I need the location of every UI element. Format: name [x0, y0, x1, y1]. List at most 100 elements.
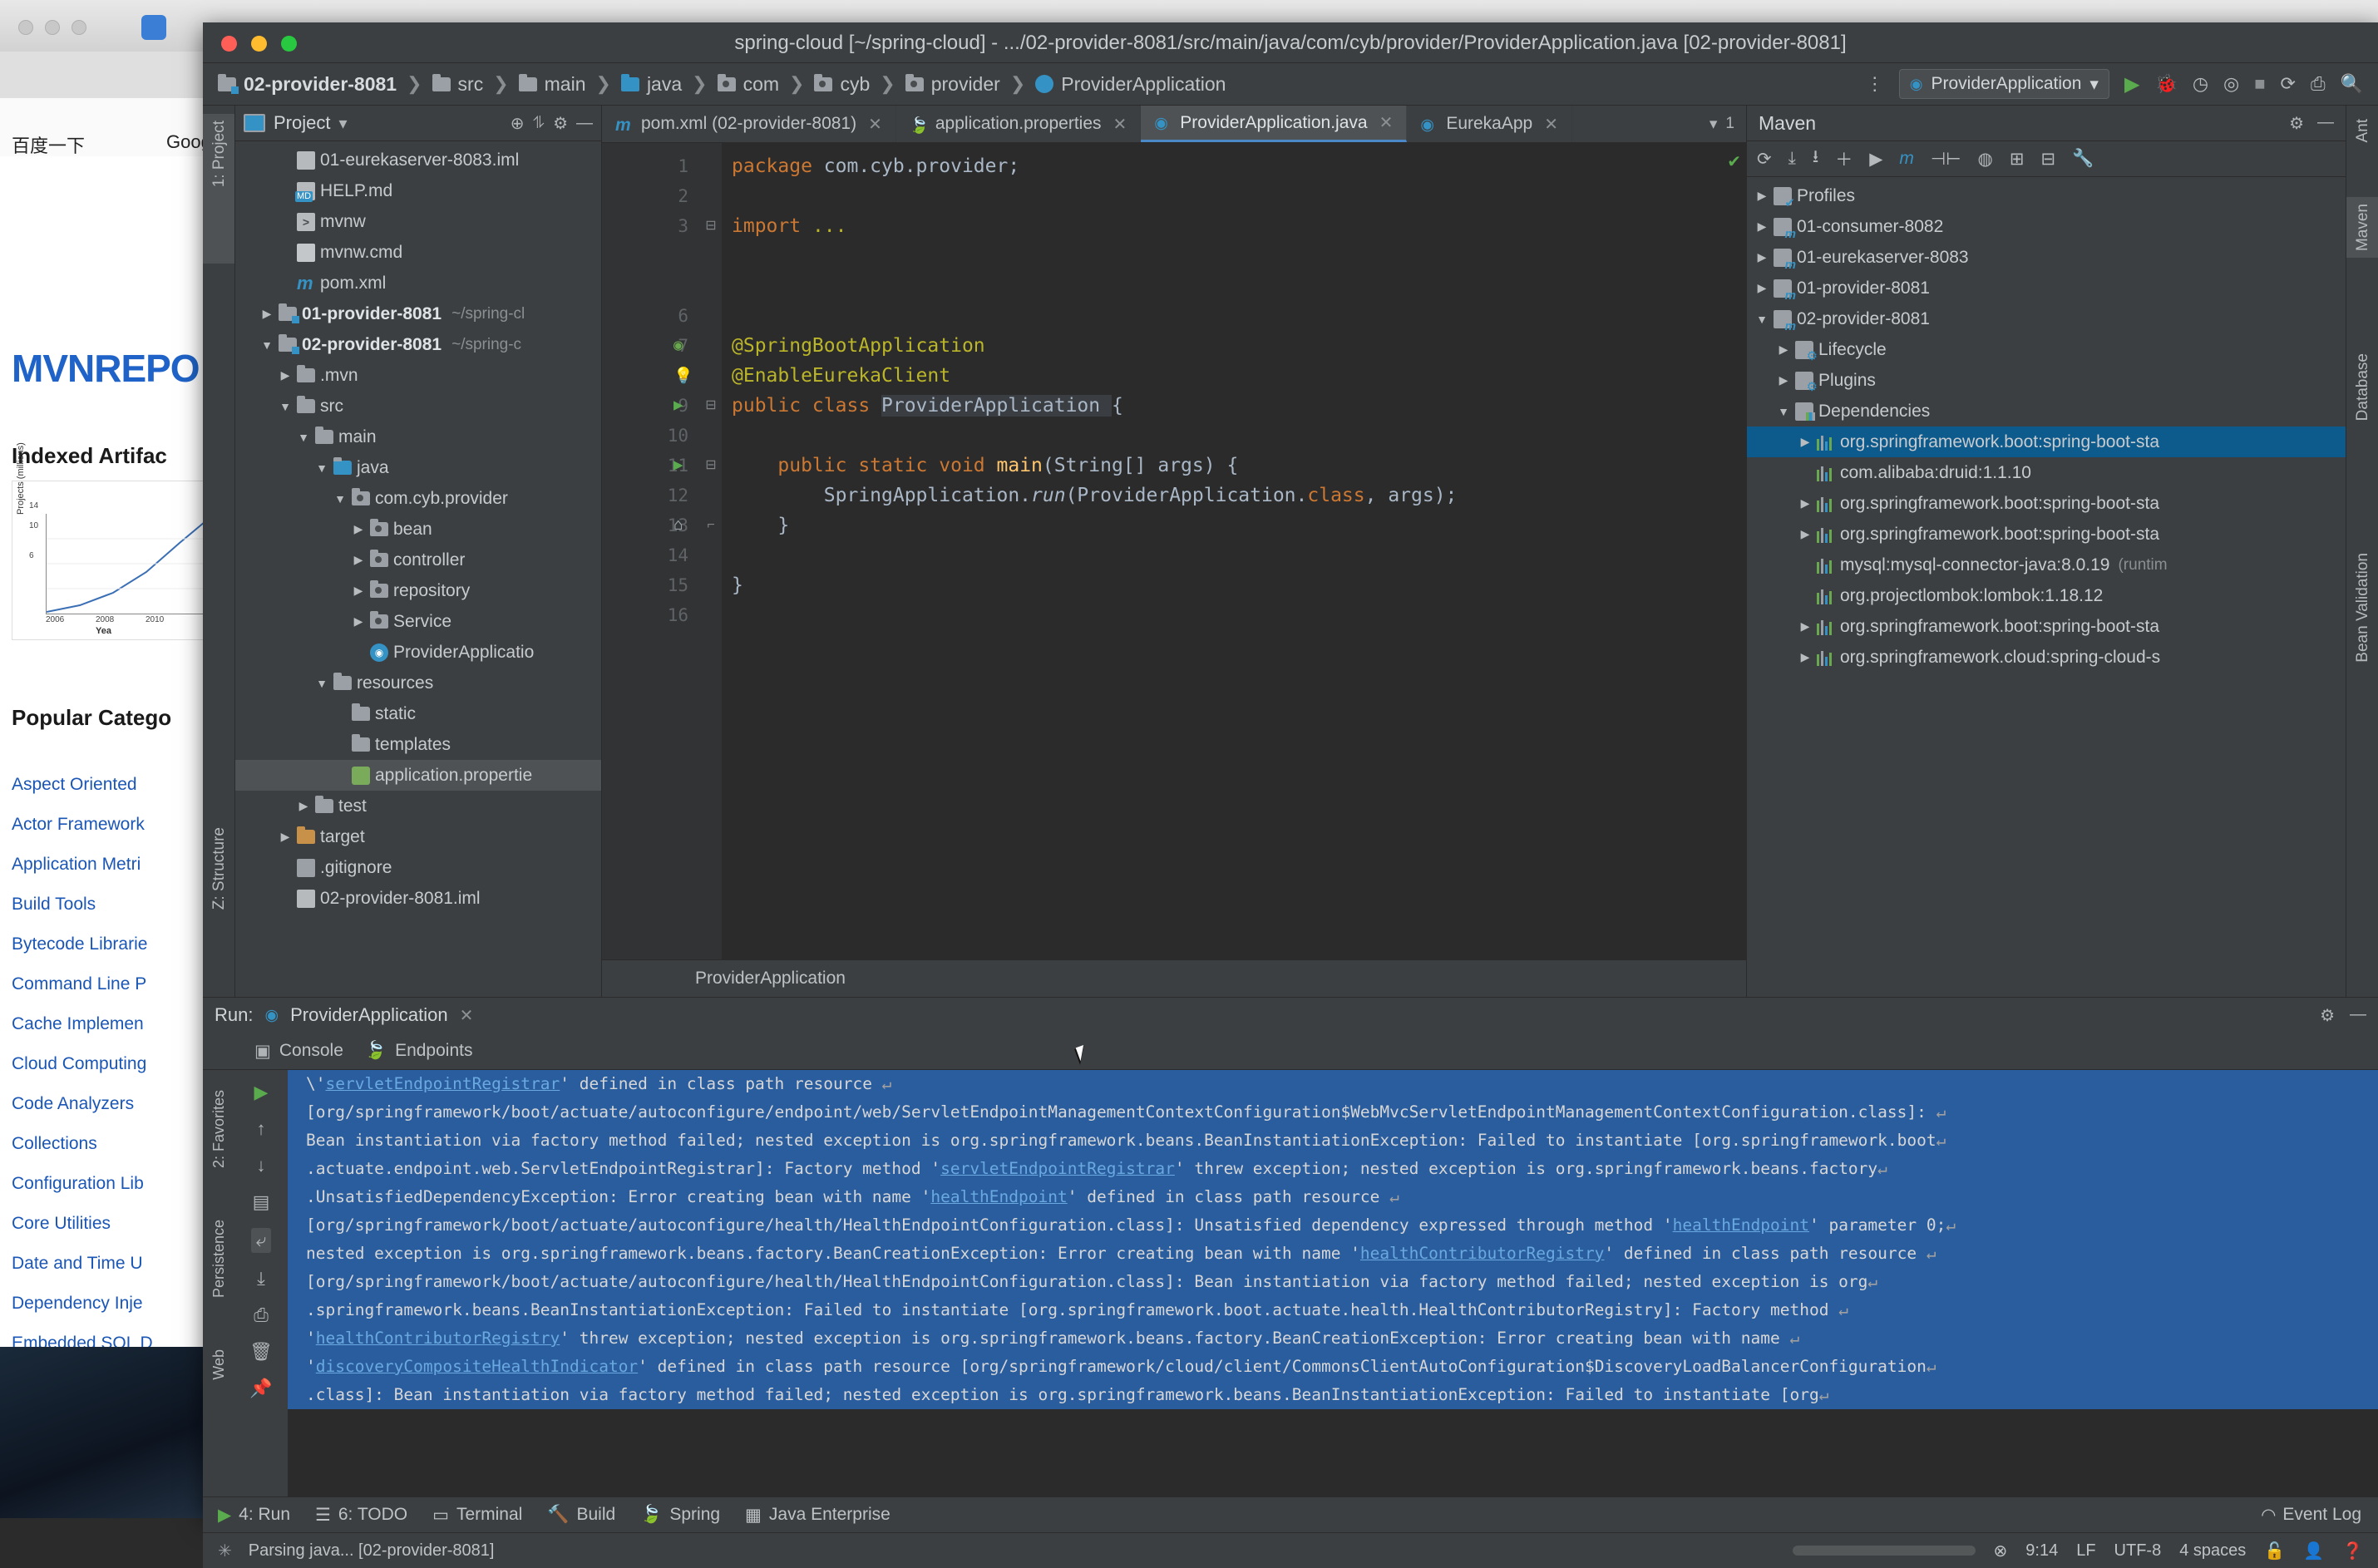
project-tree-item[interactable]: > mvnw	[235, 206, 601, 237]
fold-marker[interactable]	[700, 570, 722, 600]
lock-icon[interactable]: 🔓	[2264, 1541, 2285, 1561]
code-line[interactable]	[732, 181, 1723, 211]
run-tab-endpoints[interactable]: 🍃 Endpoints	[365, 1041, 473, 1061]
fold-marker[interactable]	[700, 151, 722, 181]
code-line[interactable]	[732, 301, 1723, 331]
maven-tree-item[interactable]: ▶ 01-provider-8081	[1747, 273, 2346, 303]
fold-marker[interactable]	[700, 301, 722, 331]
bottom-tab-java-enterprise[interactable]: ▦ Java Enterprise	[745, 1505, 891, 1526]
project-tree-item[interactable]: ▶ test	[235, 791, 601, 821]
tree-expand-arrow-icon[interactable]: ▶	[1797, 650, 1813, 664]
gutter-marker-icon[interactable]: 💡	[673, 366, 693, 385]
bottom-tab-todo[interactable]: ☰ 6: TODO	[315, 1505, 407, 1526]
code-line[interactable]	[732, 600, 1723, 630]
fold-marker[interactable]	[700, 271, 722, 301]
category-item[interactable]: Application Metri	[12, 835, 228, 875]
hide-icon[interactable]: —	[2317, 113, 2334, 134]
bottom-tab-build[interactable]: 🔨 Build	[547, 1505, 615, 1525]
category-item[interactable]: Date and Time U	[12, 1234, 228, 1274]
tree-expand-arrow-icon[interactable]: ▶	[1754, 250, 1770, 264]
close-icon[interactable]: ✕	[868, 114, 882, 135]
browser-min-dot[interactable]	[45, 20, 60, 35]
clear-all-icon[interactable]: 🗑	[249, 1341, 273, 1363]
project-tree-item[interactable]: ▼ 02-provider-8081 ~/spring-c	[235, 329, 601, 360]
code-line[interactable]: import ...	[732, 211, 1723, 241]
code-line[interactable]	[732, 241, 1723, 271]
print-icon[interactable]: ⎙	[254, 1304, 269, 1326]
maven-tree-item[interactable]: ▶ 01-eurekaserver-8083	[1747, 242, 2346, 273]
category-item[interactable]: Cache Implemen	[12, 994, 228, 1034]
console-output[interactable]: \'servletEndpointRegistrar' defined in c…	[288, 1070, 2378, 1497]
settings-icon[interactable]: ⚙	[553, 113, 568, 134]
reimport-icon[interactable]: ⟳	[1757, 149, 1772, 170]
editor-tab-provider-application[interactable]: ◉ ProviderApplication.java ✕	[1141, 106, 1408, 142]
maven-tree-item[interactable]: ▼ Dependencies	[1747, 396, 2346, 427]
sidebar-tab-web[interactable]: Web	[203, 1343, 234, 1387]
code-line[interactable]: }	[732, 570, 1723, 600]
maven-tree-item[interactable]: ▶ org.springframework.boot:spring-boot-st…	[1747, 519, 2346, 550]
tree-expand-arrow-icon[interactable]: ▶	[1797, 496, 1813, 510]
tree-expand-arrow-icon[interactable]: ▶	[277, 368, 294, 382]
project-tree-item[interactable]: static	[235, 698, 601, 729]
project-tree-item[interactable]: ▶ Service	[235, 606, 601, 637]
editor-gutter[interactable]: 1 2 3 6 7 8 9 10 11 12 13 14 15 16 ◉ 💡 ▶ ▶ ⌂	[602, 143, 700, 959]
tree-expand-arrow-icon[interactable]: ▶	[1754, 281, 1770, 295]
project-tree-item[interactable]: application.propertie	[235, 760, 601, 791]
close-icon[interactable]: ✕	[1113, 114, 1127, 135]
fold-marker[interactable]	[700, 600, 722, 630]
maven-tree-item[interactable]: mysql:mysql-connector-java:8.0.19 (runtim	[1747, 550, 2346, 580]
tree-expand-arrow-icon[interactable]: ▶	[1754, 219, 1770, 234]
maven-tree-item[interactable]: ▼ 02-provider-8081	[1747, 303, 2346, 334]
sidebar-tab-favorites[interactable]: 2: Favorites	[203, 1083, 234, 1175]
code-line[interactable]: @EnableEurekaClient	[732, 361, 1723, 391]
editor-fold-column[interactable]: ⊟ ⊟ ⊟ ⌐	[700, 143, 722, 959]
breadcrumb-src[interactable]: src	[432, 73, 483, 96]
editor-error-stripe[interactable]: ✔	[1723, 143, 1746, 959]
up-icon[interactable]: ↑	[257, 1118, 266, 1140]
run-icon[interactable]: ▶	[1869, 149, 1882, 170]
sidebar-tab-ant[interactable]: Ant	[2346, 112, 2378, 150]
toggle-skip-tests-icon[interactable]: ⊣⊢	[1931, 149, 1961, 170]
status-encoding[interactable]: UTF-8	[2114, 1541, 2162, 1561]
breadcrumb-provider[interactable]: provider	[905, 73, 1000, 96]
sidebar-tab-persistence[interactable]: Persistence	[203, 1213, 234, 1304]
execute-goal-icon[interactable]: m	[1899, 149, 1914, 169]
down-icon[interactable]: ↓	[257, 1155, 266, 1176]
sidebar-tab-structure[interactable]: Z: Structure	[203, 821, 234, 916]
project-tree-item[interactable]: ▼ src	[235, 391, 601, 422]
project-tree-item[interactable]: ▼ main	[235, 422, 601, 452]
fold-marker[interactable]	[700, 181, 722, 211]
project-tree-item[interactable]: ▶ repository	[235, 575, 601, 606]
help-icon[interactable]: ❓	[2342, 1541, 2363, 1561]
close-icon[interactable]: ✕	[1544, 114, 1558, 135]
fold-marker[interactable]	[700, 540, 722, 570]
fold-marker[interactable]: ⊟	[700, 211, 722, 241]
download-sources-icon[interactable]: ⭳	[1813, 145, 1818, 174]
project-tree-item[interactable]: ▶ 01-provider-8081 ~/spring-cl	[235, 298, 601, 329]
tree-expand-arrow-icon[interactable]: ▶	[295, 799, 312, 813]
search-icon[interactable]: 🔍	[2341, 73, 2363, 95]
bottom-tab-spring[interactable]: 🍃 Spring	[640, 1505, 720, 1525]
breadcrumb-java[interactable]: java	[620, 73, 682, 96]
settings-icon[interactable]: ⚙	[2320, 1005, 2335, 1026]
status-line-separator[interactable]: LF	[2076, 1541, 2095, 1561]
gutter-marker-icon[interactable]: ◉	[673, 336, 683, 354]
maven-tree-item[interactable]: ▶ Profiles	[1747, 180, 2346, 211]
category-item[interactable]: Cloud Computing	[12, 1034, 228, 1074]
category-item[interactable]: Actor Framework	[12, 795, 228, 835]
category-item[interactable]: Dependency Inje	[12, 1274, 228, 1314]
fold-marker[interactable]: ⌐	[700, 510, 722, 540]
tree-expand-arrow-icon[interactable]: ▶	[1775, 373, 1792, 387]
gutter-marker-icon[interactable]: ▶	[673, 456, 683, 474]
project-tree-item[interactable]: ▶ controller	[235, 545, 601, 575]
profile-icon[interactable]: ◎	[2223, 73, 2239, 95]
category-item[interactable]: Code Analyzers	[12, 1074, 228, 1114]
code-line[interactable]: public static void main(String[] args) {	[732, 451, 1723, 481]
run-icon[interactable]: ▶	[2124, 72, 2139, 96]
project-tree-item[interactable]: m pom.xml	[235, 268, 601, 298]
close-icon[interactable]: ✕	[1379, 112, 1394, 133]
project-tree-item[interactable]: .gitignore	[235, 852, 601, 883]
update-icon[interactable]: ⟳	[2281, 73, 2296, 95]
tree-expand-arrow-icon[interactable]: ▼	[277, 400, 294, 413]
project-tree-item[interactable]: 02-provider-8081.iml	[235, 883, 601, 914]
